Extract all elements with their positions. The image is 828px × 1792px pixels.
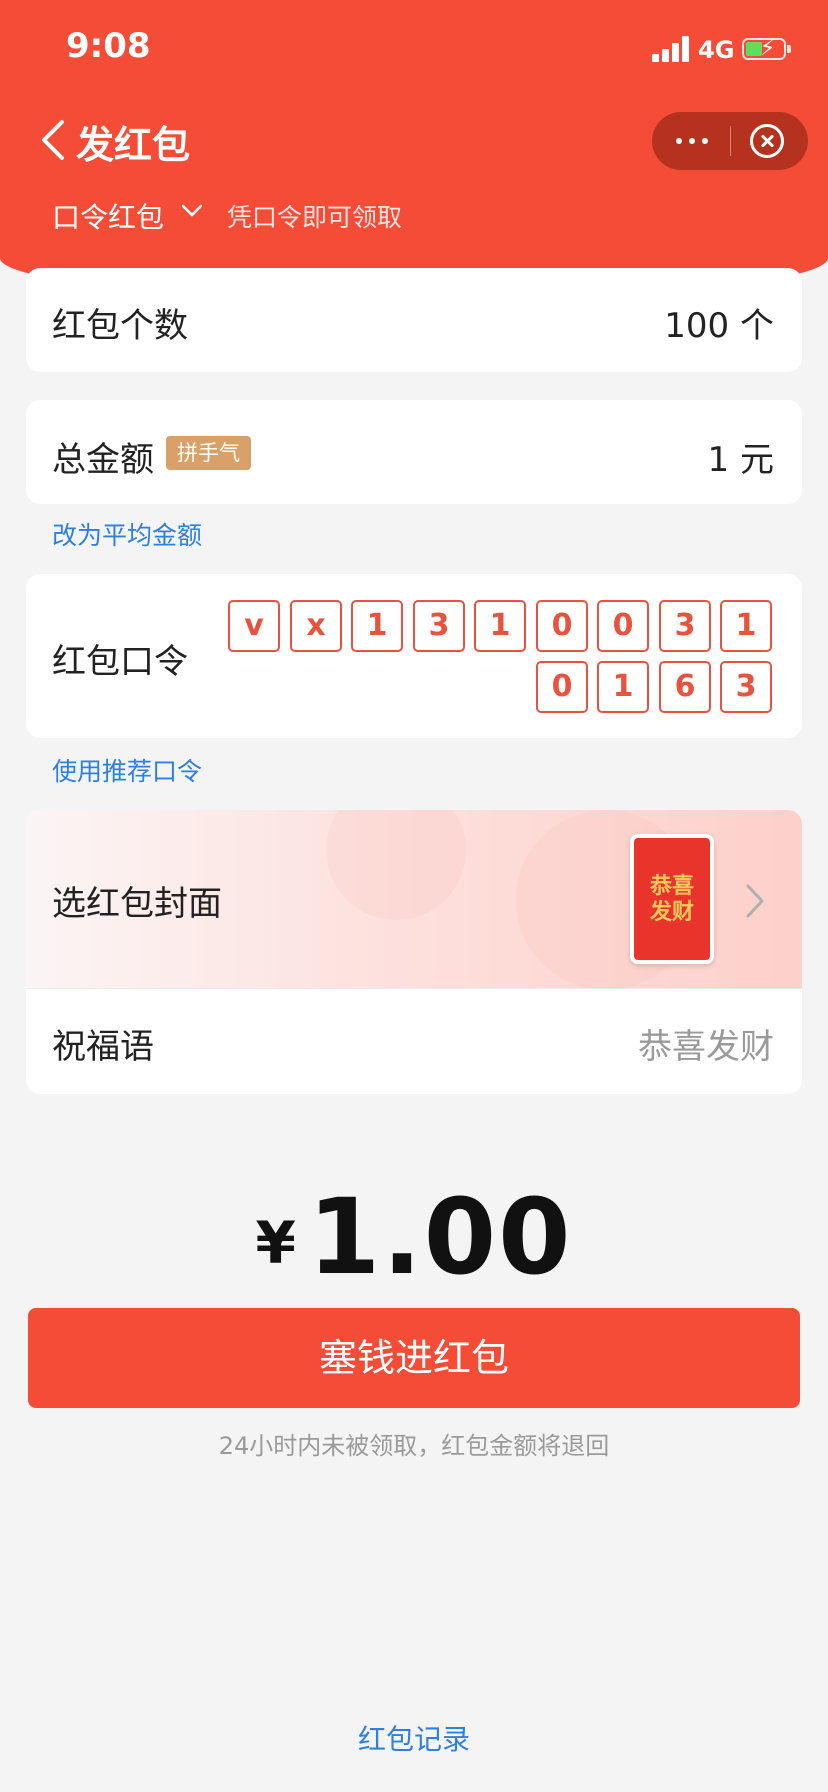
random-amount-badge: 拼手气 xyxy=(166,436,251,470)
more-dots-icon[interactable] xyxy=(676,138,708,144)
password-char: 1 xyxy=(474,600,526,652)
password-char: 6 xyxy=(659,661,711,713)
blessing-row[interactable]: 祝福语 恭喜发财 xyxy=(26,989,802,1094)
password-card[interactable]: 红包口令 v x 1 3 1 0 0 3 1 0 1 6 3 xyxy=(26,574,802,738)
status-bar: 9:08 4G ⚡ xyxy=(0,0,828,100)
password-char: v xyxy=(228,600,280,652)
cover-blessing-card: 选红包封面 恭喜 发财 祝福语 恭喜发财 xyxy=(26,810,802,1094)
count-card[interactable]: 红包个数 100 个 xyxy=(26,268,802,372)
password-label: 红包口令 xyxy=(52,642,188,682)
battery-icon: ⚡ xyxy=(742,36,791,61)
cover-row[interactable]: 选红包封面 恭喜 发财 xyxy=(26,810,802,988)
total-amount-input[interactable]: 1 元 xyxy=(708,432,774,481)
cover-thumbnail-text: 恭喜 发财 xyxy=(649,874,694,925)
blessing-label: 祝福语 xyxy=(52,1027,154,1067)
use-recommended-password-link[interactable]: 使用推荐口令 xyxy=(52,752,202,788)
submit-button[interactable]: 塞钱进红包 xyxy=(28,1308,800,1408)
password-char: 1 xyxy=(597,661,649,713)
password-char: 3 xyxy=(720,661,772,713)
cover-thumbnail[interactable]: 恭喜 发财 xyxy=(630,834,714,964)
count-label: 红包个数 xyxy=(52,306,188,346)
password-char: 1 xyxy=(351,600,403,652)
back-arrow-icon[interactable] xyxy=(38,118,68,162)
password-char: 3 xyxy=(413,600,465,652)
password-char: 3 xyxy=(659,600,711,652)
chevron-right-icon[interactable] xyxy=(744,882,766,920)
cover-label: 选红包封面 xyxy=(52,884,222,924)
switch-average-amount-link[interactable]: 改为平均金额 xyxy=(52,516,202,552)
count-input[interactable]: 100 个 xyxy=(664,298,774,347)
status-time: 9:08 xyxy=(66,26,151,66)
refund-hint: 24小时内未被领取，红包金额将退回 xyxy=(218,1432,610,1460)
password-char: 0 xyxy=(597,600,649,652)
close-circle-icon[interactable] xyxy=(750,124,784,158)
signal-icon xyxy=(652,36,692,62)
mini-program-capsule xyxy=(652,112,808,170)
chevron-down-icon[interactable] xyxy=(180,200,204,220)
capsule-divider xyxy=(730,126,731,156)
records-link[interactable]: 红包记录 xyxy=(0,1718,828,1758)
page-title: 发红包 xyxy=(76,123,191,167)
packet-type-hint: 凭口令即可领取 xyxy=(227,203,403,232)
total-amount-label: 总金额 xyxy=(52,440,154,480)
password-char: 0 xyxy=(536,600,588,652)
currency-symbol: ¥ xyxy=(255,1209,296,1277)
amount-value: 1.00 xyxy=(307,1176,573,1298)
password-char: 0 xyxy=(536,661,588,713)
nav-bar: 发红包 xyxy=(0,100,828,180)
blessing-input[interactable]: 恭喜发财 xyxy=(638,1019,774,1068)
network-type: 4G xyxy=(698,36,735,64)
amount-display: ¥1.00 xyxy=(0,1176,828,1298)
password-char: x xyxy=(290,600,342,652)
packet-type-label[interactable]: 口令红包 xyxy=(52,196,164,236)
total-amount-card[interactable]: 总金额 拼手气 1 元 xyxy=(26,400,802,504)
password-char: 1 xyxy=(720,600,772,652)
